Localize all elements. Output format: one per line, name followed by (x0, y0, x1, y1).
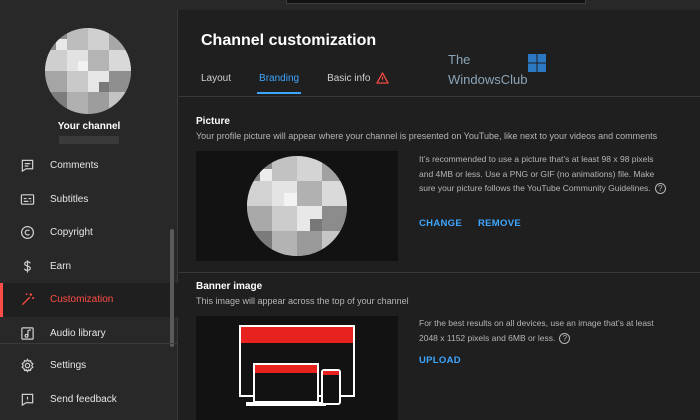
sidebar-item-label: Audio library (50, 327, 106, 339)
channel-label: Your channel (57, 121, 121, 132)
sidebar-item-label: Customization (50, 294, 114, 306)
copyright-icon (18, 224, 36, 242)
tab-bar: Layout Branding Basic info (201, 72, 417, 94)
banner-info-body: For the best results on all devices, use… (419, 318, 654, 343)
comments-icon (18, 157, 36, 175)
channel-handle-redacted (59, 136, 119, 144)
audio-library-icon (18, 324, 36, 342)
sidebar-item-label: Subtitles (50, 193, 89, 205)
sidebar-item-label: Send feedback (50, 393, 117, 405)
upload-banner-button[interactable]: UPLOAD (419, 355, 461, 366)
picture-info-text: It’s recommended to use a picture that’s… (419, 152, 669, 196)
picture-info-body: It’s recommended to use a picture that’s… (419, 154, 655, 193)
tab-label: Branding (259, 72, 300, 84)
banner-section-description: This image will appear across the top of… (196, 296, 409, 306)
picture-section-title: Picture (196, 116, 230, 127)
banner-section-title: Banner image (196, 281, 263, 292)
sidebar-item-label: Comments (50, 160, 99, 172)
channel-avatar[interactable] (45, 28, 131, 114)
page-title: Channel customization (201, 32, 377, 49)
watermark-line-1: The (448, 52, 471, 67)
tab-layout[interactable]: Layout (201, 72, 231, 94)
magic-wand-icon (18, 291, 36, 309)
feedback-icon (18, 390, 36, 408)
sidebar-item-customization[interactable]: Customization (0, 283, 178, 317)
watermark-line-2: WindowsClub (448, 72, 528, 87)
dollar-icon (18, 257, 36, 275)
sidebar-item-send-feedback[interactable]: Send feedback (0, 383, 178, 417)
top-bar (0, 0, 700, 10)
sidebar-scrollbar[interactable] (170, 229, 174, 347)
tab-branding[interactable]: Branding (257, 72, 302, 94)
gear-icon (18, 357, 36, 375)
sidebar-item-label: Earn (50, 260, 72, 272)
subtitles-icon (18, 190, 36, 208)
search-box-edge[interactable] (286, 0, 586, 4)
tab-label: Layout (201, 72, 232, 84)
sidebar-item-settings[interactable]: Settings (0, 349, 178, 383)
windows-logo-icon (528, 54, 546, 72)
sidebar-item-copyright[interactable]: Copyright (0, 216, 178, 250)
banner-devices-illustration (239, 325, 355, 406)
sidebar-bottom-nav: Settings Send feedback (0, 349, 178, 416)
tab-label: Basic info (327, 72, 371, 84)
profile-picture-preview (196, 151, 398, 261)
main-content: Channel customization The WindowsClub La… (179, 10, 700, 420)
remove-picture-button[interactable]: REMOVE (478, 218, 521, 229)
sidebar-nav: Comments Subtitles Copyright Earn Custom… (0, 149, 178, 350)
sidebar-item-subtitles[interactable]: Subtitles (0, 183, 178, 217)
sidebar-item-comments[interactable]: Comments (0, 149, 178, 183)
sidebar-divider (0, 343, 178, 344)
tabs-divider (179, 96, 700, 97)
sidebar-item-earn[interactable]: Earn (0, 250, 178, 284)
help-icon[interactable]: ? (654, 183, 666, 195)
banner-preview (196, 316, 398, 420)
sidebar-item-label: Copyright (50, 227, 93, 239)
banner-info-text: For the best results on all devices, use… (419, 316, 669, 345)
section-divider (179, 272, 700, 273)
picture-section-description: Your profile picture will appear where y… (196, 131, 658, 141)
watermark-logo: The WindowsClub (446, 52, 556, 98)
change-picture-button[interactable]: CHANGE (419, 218, 462, 229)
tab-basic-info[interactable]: Basic info (327, 72, 390, 94)
sidebar-item-audio-library[interactable]: Audio library (0, 317, 178, 351)
profile-picture-thumbnail (247, 156, 347, 256)
help-icon[interactable]: ? (559, 332, 571, 344)
sidebar-item-label: Settings (50, 360, 87, 372)
sidebar: Your channel Comments Subtitles Copyrigh… (0, 10, 178, 420)
warning-icon (376, 72, 390, 84)
